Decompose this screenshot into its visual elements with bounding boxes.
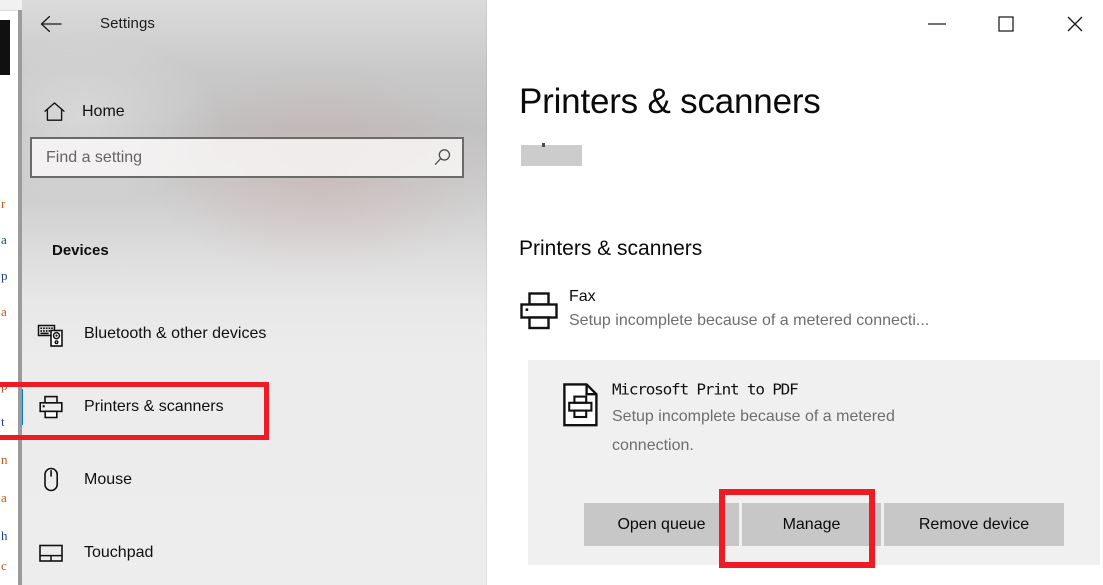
sidebar-item-bluetooth-label: Bluetooth & other devices [84, 325, 267, 342]
sidebar-item-mouse[interactable]: Mouse [22, 456, 487, 504]
device-status-pdf-printer: Setup incomplete because of a metered co… [612, 408, 895, 454]
background-text-fragment: h [1, 528, 8, 543]
device-row-fax[interactable]: Fax Setup incomplete because of a metere… [509, 285, 1099, 353]
bluetooth-devices-icon [31, 321, 71, 347]
background-text-fragment: c [1, 558, 7, 573]
background-text-fragment: n [1, 452, 8, 467]
device-status-fax: Setup incomplete because of a metered co… [569, 312, 930, 329]
search-input[interactable] [44, 147, 422, 168]
sidebar-nav-list: Bluetooth & other devices Printers & sca… [22, 310, 487, 585]
search-icon[interactable] [422, 147, 462, 168]
mouse-icon [31, 466, 71, 494]
page-title: Printers & scanners [519, 82, 821, 121]
back-arrow-icon[interactable] [30, 4, 74, 44]
background-text-fragment: r [1, 196, 6, 211]
search-box[interactable] [30, 137, 464, 178]
redacted-text-dot [542, 143, 545, 147]
sidebar-item-touchpad[interactable]: Touchpad [22, 529, 487, 577]
maximize-icon[interactable] [983, 8, 1029, 40]
background-text-fragment: a [1, 304, 7, 319]
sidebar-item-touchpad-label: Touchpad [84, 544, 154, 561]
sidebar-section-heading: Devices [52, 242, 109, 259]
background-window: r a p a p t n a h c [0, 0, 22, 585]
minimize-icon[interactable] [914, 8, 960, 40]
section-heading-printers: Printers & scanners [519, 237, 703, 260]
device-text-fax: Fax Setup incomplete because of a metere… [569, 285, 929, 334]
sidebar-item-home[interactable]: Home [22, 90, 487, 134]
device-card-body: Microsoft Print to PDF Setup incomplete … [550, 380, 942, 460]
settings-window: Home Devices [22, 0, 1103, 585]
window-titlebar: Settings [22, 0, 1103, 48]
device-name-fax: Fax [569, 288, 596, 305]
home-icon [30, 100, 78, 124]
pdf-printer-icon [550, 380, 612, 428]
background-window-dark-block [0, 20, 10, 75]
background-text-fragment: p [1, 268, 8, 283]
device-text-pdf-printer: Microsoft Print to PDF Setup incomplete … [612, 380, 942, 460]
sidebar-item-mouse-label: Mouse [84, 471, 133, 488]
redacted-text-block [521, 145, 582, 166]
annotation-highlight-manage [719, 489, 875, 568]
window-title: Settings [100, 15, 155, 32]
annotation-highlight-printers-scanners [0, 382, 269, 440]
settings-sidebar: Home Devices [22, 0, 487, 585]
fax-printer-icon [509, 285, 569, 332]
touchpad-icon [31, 541, 71, 565]
background-text-fragment: a [1, 490, 7, 505]
remove-device-button[interactable]: Remove device [884, 503, 1064, 546]
device-name-pdf-printer: Microsoft Print to PDF [612, 380, 799, 399]
sidebar-item-bluetooth[interactable]: Bluetooth & other devices [22, 310, 487, 358]
sidebar-item-home-label: Home [82, 103, 125, 120]
close-icon[interactable] [1052, 8, 1098, 40]
open-queue-button[interactable]: Open queue [584, 503, 739, 546]
background-text-fragment: a [1, 232, 7, 247]
